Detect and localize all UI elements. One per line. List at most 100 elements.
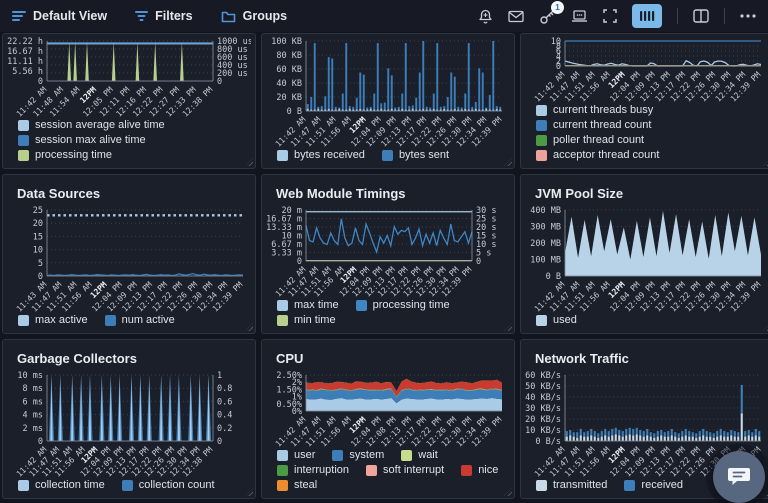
legend-item-nice[interactable]: nice (461, 464, 498, 476)
legend-swatch (18, 135, 29, 146)
split-pane-icon (693, 9, 709, 23)
svg-text:10 ms: 10 ms (17, 371, 43, 381)
threads-chart-area: 108642011:42 AM11:47 AM11:51 AM11:56 AM1… (521, 34, 768, 102)
legend-swatch (536, 105, 547, 116)
svg-text:20 KB/s: 20 KB/s (525, 415, 561, 425)
legend-item-system[interactable]: system (332, 449, 384, 461)
legend-item-max-active[interactable]: max active (18, 314, 88, 326)
default-view-button[interactable]: Default View (12, 9, 107, 23)
legend-item-wait[interactable]: wait (401, 449, 438, 461)
legend-swatch (366, 465, 377, 476)
legend-item-received[interactable]: received (624, 479, 683, 491)
legend-item-current-threads-busy[interactable]: current threads busy (536, 104, 653, 116)
legend-item-session-max-alive-time[interactable]: session max alive time (18, 134, 146, 146)
legend-item-interruption[interactable]: interruption (277, 464, 349, 476)
sessions-chart: 22.22 h16.67 h11.11 h5.56 h01000 us800 u… (5, 36, 251, 117)
bytes-chart-area: 100 KB80 KB60 KB40 KB20 KB0 B11:42 AM11:… (262, 34, 514, 147)
legend-label: user (294, 449, 315, 461)
legend-item-soft-interrupt[interactable]: soft interrupt (366, 464, 444, 476)
legend-item-max-time[interactable]: max time (277, 299, 339, 311)
svg-text:40 KB/s: 40 KB/s (525, 393, 561, 403)
svg-text:80 KB: 80 KB (276, 51, 302, 61)
legend-item-used[interactable]: used (536, 314, 577, 326)
legend-item-min-time[interactable]: min time (277, 314, 336, 326)
gc-chart-area: 10 ms8 ms6 ms4 ms2 ms010.80.60.40.2011:4… (3, 368, 255, 477)
sessions-legend: session average alive time session max al… (3, 117, 255, 168)
legend-swatch (105, 315, 116, 326)
access-keys-button[interactable]: 1 (539, 8, 556, 25)
bar-view-button[interactable] (632, 4, 662, 28)
svg-text:0.2: 0.2 (217, 424, 232, 434)
legend-swatch (382, 150, 393, 161)
svg-text:8 ms: 8 ms (23, 384, 43, 394)
legend-item-acceptor-thread-count[interactable]: acceptor thread count (536, 149, 659, 161)
legend-item-user[interactable]: user (277, 449, 315, 461)
legend-swatch (18, 150, 29, 161)
panel-bytes: 100 KB80 KB60 KB40 KB20 KB0 B11:42 AM11:… (261, 33, 515, 169)
svg-text:400 MB: 400 MB (530, 206, 561, 216)
cpu-chart: 2.50%2%1.50%1%0.50%0%11:42 AM11:47 AM11:… (264, 370, 510, 447)
legend-swatch (122, 480, 133, 491)
svg-text:50 KB/s: 50 KB/s (525, 382, 561, 392)
cpu-legend: user system wait interruption soft interrupt… (262, 447, 514, 498)
panel-title: Web Module Timings (262, 175, 514, 203)
bytes-legend: bytes received bytes sent (262, 147, 514, 168)
legend-item-current-thread-count[interactable]: current thread count (536, 119, 651, 131)
legend-item-collection-count[interactable]: collection count (122, 479, 215, 491)
legend-label: transmitted (553, 479, 607, 491)
devices-button[interactable] (571, 9, 588, 23)
filters-button[interactable]: Filters (135, 9, 193, 23)
legend-swatch (277, 480, 288, 491)
legend-item-session-average-alive-time[interactable]: session average alive time (18, 119, 165, 131)
legend-item-processing-time[interactable]: processing time (356, 299, 450, 311)
svg-text:2 ms: 2 ms (23, 424, 43, 434)
legend-item-poller-thread-count[interactable]: poller thread count (536, 134, 644, 146)
toolbar-left: Default View Filters Groups (12, 9, 287, 23)
legend-label: max time (294, 299, 339, 311)
legend-item-collection-time[interactable]: collection time (18, 479, 105, 491)
legend-label: max active (35, 314, 88, 326)
svg-text:200 MB: 200 MB (530, 239, 561, 249)
panel-title: JVM Pool Size (521, 175, 768, 203)
svg-text:0.4: 0.4 (217, 411, 232, 421)
groups-button[interactable]: Groups (221, 9, 287, 23)
split-view-button[interactable] (693, 9, 709, 23)
threads-legend: current threads busy current thread count… (521, 102, 768, 168)
more-options-button[interactable] (740, 14, 756, 18)
legend-label: bytes received (294, 149, 365, 161)
legend-label: collection count (139, 479, 215, 491)
notifications-button[interactable] (478, 9, 493, 24)
svg-text:300 MB: 300 MB (530, 223, 561, 233)
svg-text:20: 20 (33, 219, 43, 229)
legend-swatch (277, 450, 288, 461)
messages-button[interactable] (508, 10, 524, 23)
legend-swatch (536, 135, 547, 146)
legend-label: bytes sent (399, 149, 449, 161)
legend-item-processing-time[interactable]: processing time (18, 149, 112, 161)
panel-garbage-collectors: Garbage Collectors 10 ms8 ms6 ms4 ms2 ms… (2, 339, 256, 499)
fullscreen-button[interactable] (603, 9, 617, 23)
chat-button[interactable] (713, 451, 765, 503)
legend-item-num-active[interactable]: num active (105, 314, 175, 326)
svg-text:0 B/s: 0 B/s (535, 437, 561, 447)
web-module-chart: 20 m16.67 m13.33 m10 m6.67 m3.33 m030 s2… (264, 205, 510, 297)
jvm-pool-legend: used (521, 312, 768, 333)
folder-icon (221, 10, 236, 23)
legend-swatch (332, 450, 343, 461)
toolbar: Default View Filters Groups (0, 0, 768, 32)
legend-item-transmitted[interactable]: transmitted (536, 479, 607, 491)
legend-item-bytes-received[interactable]: bytes received (277, 149, 365, 161)
svg-text:100 KB: 100 KB (271, 37, 302, 47)
legend-item-steal[interactable]: steal (277, 479, 317, 491)
svg-text:0.8: 0.8 (217, 384, 232, 394)
legend-label: used (553, 314, 577, 326)
svg-text:11.11 h: 11.11 h (7, 57, 43, 67)
legend-swatch (18, 480, 29, 491)
legend-label: session average alive time (35, 119, 165, 131)
legend-label: min time (294, 314, 336, 326)
legend-swatch (536, 120, 547, 131)
jvm-pool-chart: 400 MB300 MB200 MB100 MB0 B11:42 AM11:47… (523, 205, 768, 312)
legend-item-bytes-sent[interactable]: bytes sent (382, 149, 449, 161)
legend-swatch (461, 465, 472, 476)
web-module-chart-area: 20 m16.67 m13.33 m10 m6.67 m3.33 m030 s2… (262, 203, 514, 297)
